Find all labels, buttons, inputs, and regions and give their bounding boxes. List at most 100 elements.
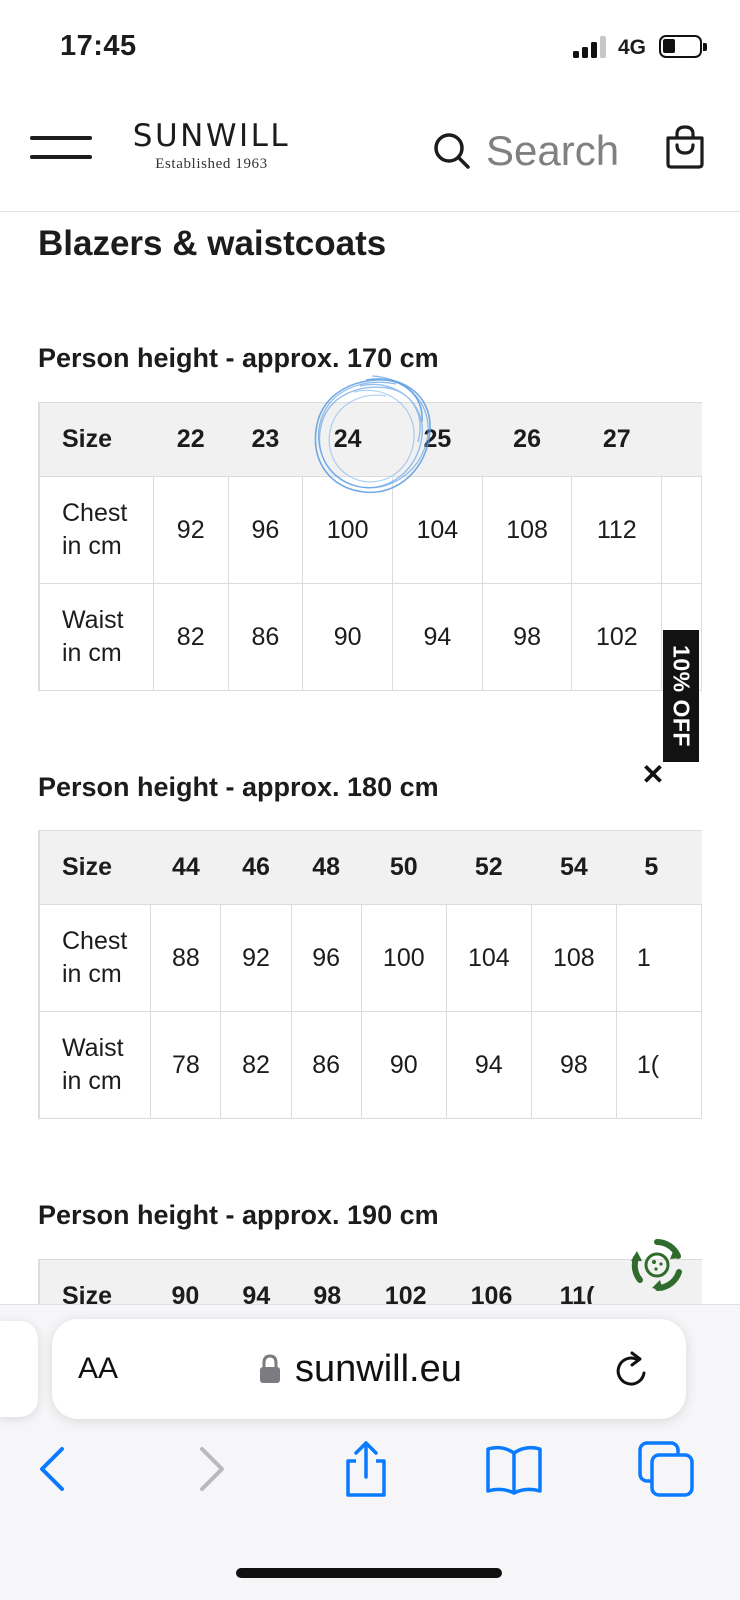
size-header-label: Size <box>39 830 151 905</box>
table-cell: 112 <box>571 476 663 584</box>
table-cell: 92 <box>152 476 229 584</box>
table-cell: 104 <box>445 904 532 1012</box>
table-cell: 90 <box>302 583 393 691</box>
table-row-chest: Chest in cm 88 92 96 100 104 108 1 <box>39 904 702 1012</box>
size-value: 102 <box>362 1259 449 1304</box>
table-cell: 108 <box>481 476 573 584</box>
row-label: Waist in cm <box>39 1011 152 1119</box>
table-cell: 102 <box>571 583 663 691</box>
hamburger-menu-icon[interactable] <box>30 136 92 162</box>
size-table: Size 22 23 24 25 26 27 Chest in cm 92 96 … <box>39 402 702 691</box>
table-cell: 94 <box>445 1011 532 1119</box>
size-value: 90 <box>149 1259 221 1304</box>
table-cell: 98 <box>481 583 573 691</box>
table-cell: 86 <box>290 1011 362 1119</box>
size-value: 23 <box>228 402 303 477</box>
size-header-label: Size <box>39 1259 150 1304</box>
table-cell: 104 <box>392 476 483 584</box>
table-cell: 96 <box>290 904 362 1012</box>
size-table: Size 44 46 48 50 52 54 5 Chest in cm 88 9… <box>39 830 702 1119</box>
table-cell: 108 <box>530 904 617 1012</box>
row-label: Waist in cm <box>39 583 154 691</box>
row-label: Chest in cm <box>39 476 154 584</box>
section-title-180cm: Person height - approx. 180 cm <box>38 772 439 802</box>
text-size-button[interactable]: AA <box>78 1352 118 1386</box>
browser-toolbar <box>0 1425 740 1515</box>
table-cell: 100 <box>302 476 393 584</box>
back-arrow-icon[interactable] <box>24 1439 84 1499</box>
table-cell: 90 <box>360 1011 447 1119</box>
size-value: 48 <box>291 830 362 905</box>
table-cell: 98 <box>530 1011 617 1119</box>
url-text: sunwill.eu <box>295 1347 462 1390</box>
table-cell: 78 <box>150 1011 222 1119</box>
size-value: 106 <box>448 1259 535 1304</box>
brand-tagline: Established 1963 <box>155 156 268 172</box>
search-icon <box>434 133 470 169</box>
tabs-overview-icon[interactable] <box>636 1439 696 1499</box>
table-cell: 82 <box>220 1011 292 1119</box>
address-bar[interactable]: AA sunwill.eu <box>52 1319 686 1419</box>
discount-tab[interactable]: 10% OFF <box>663 630 699 762</box>
table-header-row: Size 44 46 48 50 52 54 5 <box>39 830 702 905</box>
eco-recycle-badge-icon[interactable] <box>628 1236 686 1294</box>
table-cell: 94 <box>392 583 483 691</box>
size-table: Size 90 94 98 102 106 11( <box>39 1259 702 1304</box>
size-value: 98 <box>291 1259 363 1304</box>
table-cell: 92 <box>220 904 292 1012</box>
site-header: SUNWILL Established 1963 Search <box>0 100 740 212</box>
size-table-170cm[interactable]: Size 22 23 24 25 26 27 Chest in cm 92 96 … <box>38 402 702 692</box>
search-label: Search <box>486 127 620 174</box>
size-value: 24 <box>302 402 393 477</box>
size-table-190cm[interactable]: Size 90 94 98 102 106 11( <box>38 1259 702 1304</box>
url-display[interactable]: sunwill.eu <box>259 1347 462 1391</box>
page-title: Blazers & waistcoats <box>38 224 387 263</box>
browser-bottom-bar: AA sunwill.eu <box>0 1304 740 1600</box>
size-value: 44 <box>150 830 221 905</box>
share-icon[interactable] <box>336 1439 396 1499</box>
size-value: 54 <box>531 830 617 905</box>
table-header-row: Size 90 94 98 102 106 11( <box>39 1259 702 1304</box>
table-cell: 1( <box>615 1011 702 1119</box>
forward-arrow-icon[interactable] <box>180 1439 240 1499</box>
size-value: 50 <box>361 830 447 905</box>
brand-logo[interactable]: SUNWILL Established 1963 <box>124 118 299 173</box>
size-value: 46 <box>220 830 292 905</box>
size-value: 52 <box>446 830 532 905</box>
size-value: 22 <box>153 402 229 477</box>
table-row-waist: Waist in cm 78 82 86 90 94 98 1( <box>39 1011 702 1119</box>
size-header-label: Size <box>39 402 154 477</box>
size-value: 25 <box>392 402 483 477</box>
cellular-signal-icon <box>573 36 609 58</box>
battery-icon <box>659 35 707 58</box>
size-value: 27 <box>571 402 662 477</box>
reload-icon[interactable] <box>612 1349 652 1391</box>
row-label: Chest in cm <box>39 904 152 1012</box>
table-header-row: Size 22 23 24 25 26 27 <box>39 402 702 477</box>
size-value-overflow <box>661 402 702 477</box>
size-table-180cm[interactable]: Size 44 46 48 50 52 54 5 Chest in cm 88 9… <box>38 830 702 1120</box>
shopping-bag-icon[interactable] <box>664 124 706 170</box>
table-cell: 86 <box>227 583 304 691</box>
network-type: 4G <box>618 36 647 59</box>
brand-name: SUNWILL <box>132 118 291 154</box>
table-cell: 1 <box>615 904 702 1012</box>
home-indicator[interactable] <box>236 1568 502 1578</box>
table-cell: 82 <box>152 583 229 691</box>
section-title-190cm: Person height - approx. 190 cm <box>38 1200 439 1230</box>
table-cell-overflow <box>661 476 702 584</box>
search-button[interactable]: Search <box>432 127 620 174</box>
status-bar: 17:45 4G <box>0 0 740 90</box>
discount-label: 10% OFF <box>668 645 695 747</box>
table-cell: 100 <box>360 904 447 1012</box>
size-value: 5 <box>616 830 702 905</box>
previous-tab-peek[interactable] <box>0 1321 38 1417</box>
table-row-chest: Chest in cm 92 96 100 104 108 112 <box>39 476 702 584</box>
table-cell: 88 <box>150 904 222 1012</box>
lock-icon <box>260 1354 280 1383</box>
size-value: 26 <box>482 402 572 477</box>
bookmarks-book-icon[interactable] <box>484 1439 544 1499</box>
table-cell: 96 <box>227 476 304 584</box>
section-title-170cm: Person height - approx. 170 cm <box>38 343 439 373</box>
discount-close-button[interactable]: ✕ <box>640 760 666 790</box>
